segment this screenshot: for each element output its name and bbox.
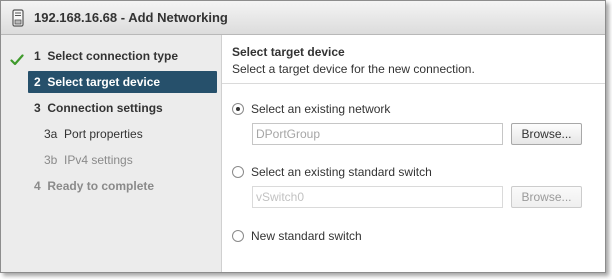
step-ready-to-complete: 4 Ready to complete <box>1 173 221 199</box>
existing-network-radio[interactable] <box>232 103 244 115</box>
main-panel: Select target device Select a target dev… <box>222 35 605 272</box>
step-number: 1 <box>34 49 41 63</box>
existing-switch-radio[interactable] <box>232 166 244 178</box>
step-number: 3a <box>44 127 58 141</box>
step-label: Select connection type <box>47 49 179 63</box>
browse-network-button[interactable]: Browse... <box>511 123 582 145</box>
existing-network-label: Select an existing network <box>251 102 391 116</box>
existing-switch-option[interactable]: Select an existing standard switch <box>232 165 432 179</box>
step-label: Port properties <box>64 127 143 141</box>
existing-network-option[interactable]: Select an existing network <box>232 102 390 116</box>
dialog-title: 192.168.16.68 - Add Networking <box>34 10 228 25</box>
page-title: Select target device <box>232 45 345 59</box>
new-switch-radio[interactable] <box>232 230 244 242</box>
step-select-connection-type[interactable]: 1 Select connection type <box>1 43 221 69</box>
existing-network-field[interactable] <box>252 123 503 145</box>
add-networking-dialog: 192.168.16.68 - Add Networking 1 Select … <box>0 0 606 273</box>
step-select-target-device[interactable]: 2 Select target device <box>28 71 217 93</box>
checkmark-icon <box>10 49 24 75</box>
step-port-properties[interactable]: 3a Port properties <box>1 121 221 147</box>
existing-switch-field <box>252 186 503 208</box>
page-header: Select target device Select a target dev… <box>222 35 605 84</box>
page-subtitle: Select a target device for the new conne… <box>232 62 475 76</box>
step-ipv4-settings: 3b IPv4 settings <box>1 147 221 173</box>
step-label: Connection settings <box>47 101 163 115</box>
step-number: 4 <box>34 179 41 193</box>
step-label: IPv4 settings <box>64 153 133 167</box>
step-number: 2 <box>34 75 41 89</box>
new-switch-option[interactable]: New standard switch <box>232 229 362 243</box>
step-number: 3b <box>44 153 58 167</box>
wizard-steps: 1 Select connection type 2 Select target… <box>1 35 222 272</box>
title-bar: 192.168.16.68 - Add Networking <box>1 1 605 35</box>
step-number: 3 <box>34 101 41 115</box>
browse-switch-button: Browse... <box>511 186 582 208</box>
host-server-icon <box>10 8 26 28</box>
step-connection-settings[interactable]: 3 Connection settings <box>1 95 221 121</box>
existing-switch-label: Select an existing standard switch <box>251 165 432 179</box>
step-label: Select target device <box>47 75 161 89</box>
new-switch-label: New standard switch <box>251 229 362 243</box>
step-label: Ready to complete <box>47 179 155 193</box>
